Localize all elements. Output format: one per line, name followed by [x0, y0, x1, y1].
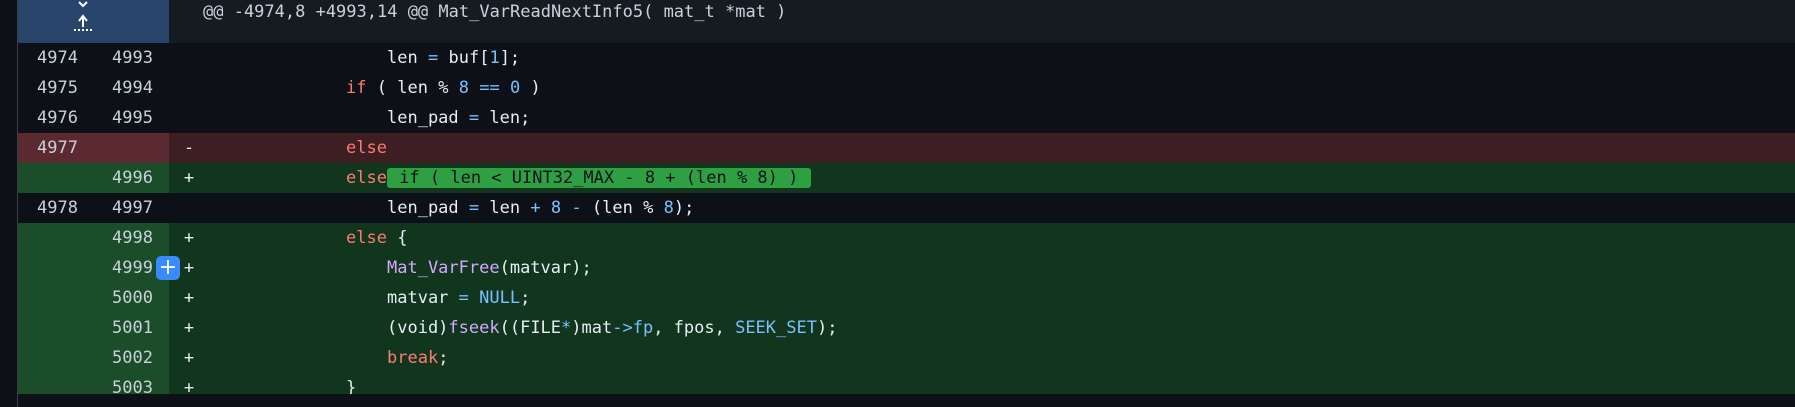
old-line-number[interactable]	[18, 313, 93, 343]
diff-marker: +	[183, 228, 195, 248]
old-line-number[interactable]: 4975	[18, 73, 93, 103]
new-line-number[interactable]: 5000	[93, 283, 169, 313]
diff-marker	[169, 43, 209, 73]
code-line: Mat_VarFree(matvar);	[387, 258, 592, 278]
old-line-number[interactable]	[18, 163, 93, 193]
new-line-number[interactable]	[93, 133, 169, 163]
hunk-header-text: @@ -4974,8 +4993,14 @@ Mat_VarReadNextIn…	[203, 2, 787, 22]
diff-line-added[interactable]: 5000 + matvar = NULL;	[18, 283, 1795, 313]
new-line-number[interactable]: 5002	[93, 343, 169, 373]
unfold-icon	[74, 1, 93, 31]
code-line: break;	[387, 348, 449, 368]
code-line: else {	[346, 228, 408, 248]
new-line-number[interactable]: 4995	[93, 103, 169, 133]
code-line: if ( len % 8 == 0 )	[346, 78, 541, 98]
add-comment-button[interactable]: +	[156, 256, 180, 280]
diff-line[interactable]: 4975 4994 if ( len % 8 == 0 )	[18, 73, 1795, 103]
diff-line-added[interactable]: 4999 + + Mat_VarFree(matvar);	[18, 253, 1795, 283]
diff-line-added[interactable]: 4998 + else {	[18, 223, 1795, 253]
code-line: (void)fseek((FILE*)mat->fp, fpos, SEEK_S…	[387, 318, 838, 338]
code-line: len_pad = len;	[387, 108, 531, 128]
diff-marker: +	[183, 348, 195, 368]
diff-line[interactable]: 4974 4993 len = buf[1];	[18, 43, 1795, 73]
diff-line-added[interactable]: 5002 + break;	[18, 343, 1795, 373]
inline-change-highlight: if ( len < UINT32_MAX - 8 + (len % 8) )	[386, 168, 811, 188]
diff-view: @@ -4974,8 +4993,14 @@ Mat_VarReadNextIn…	[18, 0, 1795, 403]
old-line-number[interactable]: 4977	[18, 133, 93, 163]
new-line-number[interactable]: 4993	[93, 43, 169, 73]
plus-icon: +	[158, 255, 178, 280]
diff-marker	[169, 73, 209, 103]
diff-marker	[169, 193, 209, 223]
code-line: else if ( len < UINT32_MAX - 8 + (len % …	[346, 168, 811, 188]
diff-marker: +	[183, 288, 195, 308]
code-line: else	[346, 138, 387, 158]
diff-marker	[169, 103, 209, 133]
old-line-number[interactable]	[18, 343, 93, 373]
code-line: matvar = NULL;	[387, 288, 531, 308]
old-line-number[interactable]: 4974	[18, 43, 93, 73]
diff-marker: +	[183, 168, 195, 188]
diff-marker: + +	[156, 253, 209, 283]
old-line-number[interactable]: 4976	[18, 103, 93, 133]
new-line-number[interactable]: 4994	[93, 73, 169, 103]
diff-line[interactable]: 4976 4995 len_pad = len;	[18, 103, 1795, 133]
code-line: len = buf[1];	[387, 48, 521, 68]
left-border	[0, 0, 18, 407]
old-line-number[interactable]	[18, 283, 93, 313]
old-line-number[interactable]: 4978	[18, 193, 93, 223]
diff-line[interactable]: 4978 4997 len_pad = len + 8 - (len % 8);	[18, 193, 1795, 223]
old-line-number[interactable]	[18, 223, 93, 253]
new-line-number[interactable]: 4997	[93, 193, 169, 223]
hunk-header: @@ -4974,8 +4993,14 @@ Mat_VarReadNextIn…	[18, 0, 1795, 43]
bottom-border	[18, 394, 1795, 407]
diff-line-added[interactable]: 4996 + else if ( len < UINT32_MAX - 8 + …	[18, 163, 1795, 193]
old-line-number[interactable]	[18, 253, 93, 283]
new-line-number[interactable]: 4996	[93, 163, 169, 193]
code-line: len_pad = len + 8 - (len % 8);	[387, 198, 695, 218]
expand-button[interactable]	[18, 0, 169, 43]
new-line-number[interactable]: 4998	[93, 223, 169, 253]
diff-marker: -	[183, 138, 195, 158]
diff-marker: +	[183, 318, 195, 338]
diff-line-deleted[interactable]: 4977 - else	[18, 133, 1795, 163]
new-line-number[interactable]: 5001	[93, 313, 169, 343]
diff-line-added[interactable]: 5001 + (void)fseek((FILE*)mat->fp, fpos,…	[18, 313, 1795, 343]
